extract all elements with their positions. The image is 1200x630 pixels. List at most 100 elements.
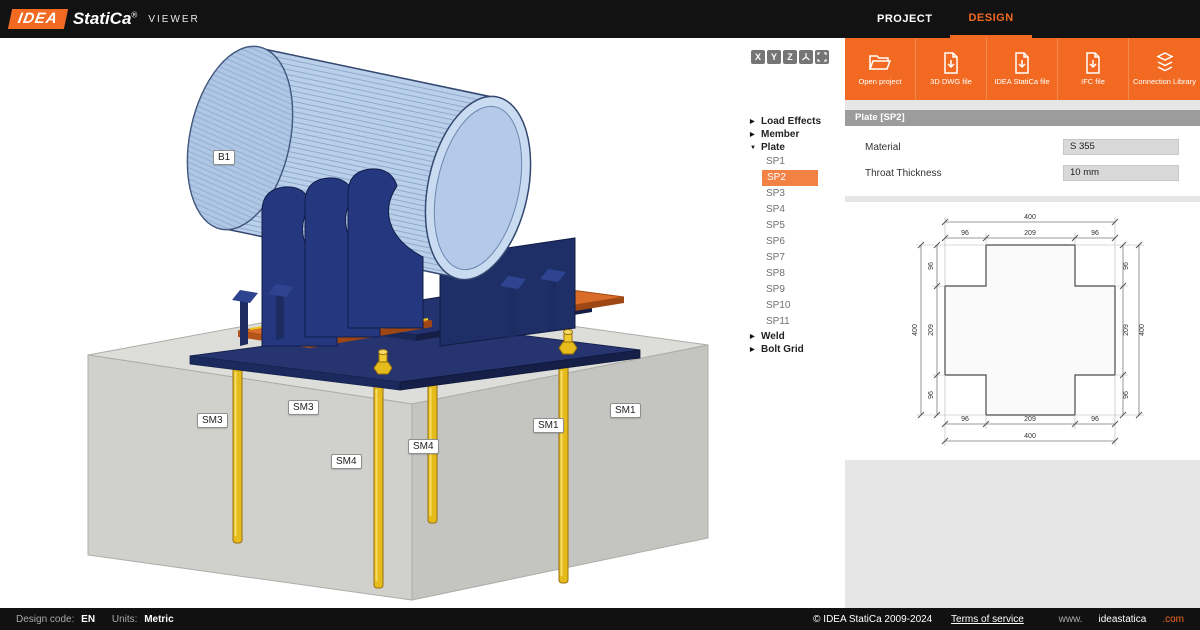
tree-label: Bolt Grid bbox=[761, 344, 804, 355]
open-folder-icon bbox=[868, 51, 892, 75]
chevron-right-icon: ▶ bbox=[750, 118, 757, 125]
main-tabs: PROJECT DESIGN bbox=[845, 0, 1032, 38]
brand-logo: IDEA StatiCa® VIEWER bbox=[10, 0, 200, 38]
dwg-file-icon bbox=[939, 51, 963, 75]
dim-bottom-seg: 209 bbox=[1024, 416, 1036, 423]
dwg-file-button[interactable]: 3D DWG file bbox=[916, 38, 987, 100]
design-panel: Open project 3D DWG file IDEA StatiCa fi… bbox=[845, 38, 1200, 608]
properties-header: Plate [SP2] bbox=[845, 110, 1200, 126]
tree-item-sp10[interactable]: SP10 bbox=[750, 298, 845, 314]
material-label: Material bbox=[865, 142, 1063, 153]
statica-logo-text: StatiCa® bbox=[73, 9, 137, 29]
terms-of-service-link[interactable]: Terms of service bbox=[951, 614, 1024, 625]
open-project-button[interactable]: Open project bbox=[845, 38, 916, 100]
member-label-sm3[interactable]: SM3 bbox=[197, 413, 228, 428]
top-bar: IDEA StatiCa® VIEWER PROJECT DESIGN bbox=[0, 0, 1200, 38]
dim-top-total: 400 bbox=[1024, 214, 1036, 221]
copyright-text: © IDEA StatiCa 2009-2024 bbox=[813, 614, 932, 625]
tab-project[interactable]: PROJECT bbox=[859, 0, 950, 38]
idea-logo: IDEA bbox=[8, 9, 68, 29]
units-value: Metric bbox=[144, 614, 173, 625]
tab-design[interactable]: DESIGN bbox=[950, 0, 1031, 38]
view-z-button[interactable]: Z bbox=[783, 50, 797, 64]
view-x-button[interactable]: X bbox=[751, 50, 765, 64]
design-code-label: Design code: bbox=[16, 614, 74, 625]
throat-thickness-field[interactable]: 10 mm bbox=[1063, 165, 1179, 181]
tree-item-sp7[interactable]: SP7 bbox=[750, 250, 845, 266]
view-y-button[interactable]: Y bbox=[767, 50, 781, 64]
zoom-fit-button[interactable] bbox=[815, 50, 829, 64]
footer-left: Design code: EN Units: Metric bbox=[16, 614, 178, 625]
model-tree: ▶ Load Effects ▶ Member ▼ Plate SP1 SP2 SP3… bbox=[750, 115, 845, 356]
dim-top-seg: 96 bbox=[1091, 230, 1099, 237]
tree-label: Member bbox=[761, 129, 799, 140]
throat-thickness-label: Throat Thickness bbox=[865, 168, 1063, 179]
connection-library-icon bbox=[1153, 51, 1177, 75]
dim-left-seg: 96 bbox=[928, 262, 935, 270]
tree-label: Load Effects bbox=[761, 116, 821, 127]
property-row: Material S 355 bbox=[865, 134, 1200, 160]
tree-item-plate[interactable]: ▼ Plate bbox=[750, 141, 845, 154]
dim-left-seg: 209 bbox=[928, 324, 935, 336]
member-label-b1[interactable]: B1 bbox=[213, 150, 235, 165]
member-label-sm4[interactable]: SM4 bbox=[331, 454, 362, 469]
viewer-label: VIEWER bbox=[148, 14, 199, 25]
statica-file-icon bbox=[1010, 51, 1034, 75]
dim-left-seg: 96 bbox=[928, 391, 935, 399]
chevron-right-icon: ▶ bbox=[750, 346, 757, 353]
file-toolbar: Open project 3D DWG file IDEA StatiCa fi… bbox=[845, 38, 1200, 100]
connection-library-button[interactable]: Connection Library bbox=[1129, 38, 1200, 100]
tree-item-load-effects[interactable]: ▶ Load Effects bbox=[750, 115, 845, 128]
member-label-sm1[interactable]: SM1 bbox=[533, 418, 564, 433]
website-link[interactable]: www.ideastatica.com bbox=[1043, 614, 1184, 625]
properties-section: Material S 355 Throat Thickness 10 mm bbox=[845, 126, 1200, 196]
dim-top-seg: 96 bbox=[961, 230, 969, 237]
3d-viewport[interactable]: B1 SM3 SM3 SM4 SM4 SM1 SM1 X Y Z ▶ Load E… bbox=[0, 38, 845, 608]
axonometric-view-button[interactable] bbox=[799, 50, 813, 64]
tree-item-sp9[interactable]: SP9 bbox=[750, 282, 845, 298]
units-label: Units: bbox=[112, 614, 138, 625]
dim-bottom-seg: 96 bbox=[961, 416, 969, 423]
plate-drawing: 400 96 209 96 96 209 96 400 96 209 96 40… bbox=[845, 202, 1200, 460]
chevron-right-icon: ▶ bbox=[750, 333, 757, 340]
member-label-sm4[interactable]: SM4 bbox=[408, 439, 439, 454]
plate-drawing-section: 400 96 209 96 96 209 96 400 96 209 96 40… bbox=[845, 202, 1200, 460]
dim-right-seg: 96 bbox=[1123, 262, 1130, 270]
tree-item-member[interactable]: ▶ Member bbox=[750, 128, 845, 141]
idea-logo-text: IDEA bbox=[17, 10, 60, 27]
tree-item-weld[interactable]: ▶ Weld bbox=[750, 330, 845, 343]
dim-bottom-seg: 96 bbox=[1091, 416, 1099, 423]
dim-top-seg: 209 bbox=[1024, 230, 1036, 237]
tree-item-sp11[interactable]: SP11 bbox=[750, 314, 845, 330]
tree-label: Weld bbox=[761, 331, 785, 342]
dim-right-total: 400 bbox=[1139, 324, 1146, 336]
tree-item-sp3[interactable]: SP3 bbox=[750, 186, 845, 202]
tree-label: Plate bbox=[761, 142, 785, 153]
statica-file-button[interactable]: IDEA StatiCa file bbox=[987, 38, 1058, 100]
ifc-file-icon bbox=[1081, 51, 1105, 75]
app-window: IDEA StatiCa® VIEWER PROJECT DESIGN bbox=[0, 0, 1200, 630]
dim-right-seg: 209 bbox=[1123, 324, 1130, 336]
material-value-field[interactable]: S 355 bbox=[1063, 139, 1179, 155]
member-label-sm1[interactable]: SM1 bbox=[610, 403, 641, 418]
tree-item-sp6[interactable]: SP6 bbox=[750, 234, 845, 250]
axonometric-icon bbox=[801, 52, 811, 62]
chevron-down-icon: ▼ bbox=[750, 145, 757, 151]
ifc-file-button[interactable]: IFC file bbox=[1058, 38, 1129, 100]
dim-right-seg: 96 bbox=[1123, 391, 1130, 399]
registered-mark: ® bbox=[131, 11, 137, 20]
design-code-value: EN bbox=[81, 614, 95, 625]
status-bar: Design code: EN Units: Metric © IDEA Sta… bbox=[0, 608, 1200, 630]
view-controls: X Y Z bbox=[751, 50, 829, 64]
member-label-sm3[interactable]: SM3 bbox=[288, 400, 319, 415]
tree-item-sp5[interactable]: SP5 bbox=[750, 218, 845, 234]
3d-canvas[interactable] bbox=[0, 38, 845, 608]
chevron-right-icon: ▶ bbox=[750, 131, 757, 138]
tree-item-sp2[interactable]: SP2 bbox=[762, 170, 818, 186]
tree-item-sp4[interactable]: SP4 bbox=[750, 202, 845, 218]
property-row: Throat Thickness 10 mm bbox=[865, 160, 1200, 186]
footer-right: © IDEA StatiCa 2009-2024 Terms of servic… bbox=[797, 614, 1184, 625]
tree-item-bolt-grid[interactable]: ▶ Bolt Grid bbox=[750, 343, 845, 356]
tree-item-sp1[interactable]: SP1 bbox=[750, 154, 845, 170]
tree-item-sp8[interactable]: SP8 bbox=[750, 266, 845, 282]
